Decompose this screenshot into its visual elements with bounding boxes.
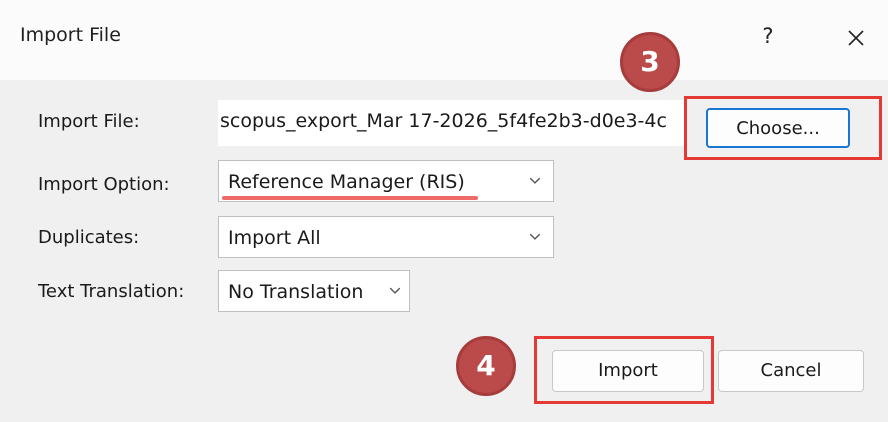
help-button[interactable]: ? xyxy=(748,18,788,58)
choose-highlight-box xyxy=(684,96,882,160)
import-option-label: Import Option: xyxy=(38,174,170,195)
duplicates-label: Duplicates: xyxy=(38,227,140,248)
chevron-down-icon xyxy=(525,161,545,201)
import-file-label: Import File: xyxy=(38,111,140,132)
dialog-title: Import File xyxy=(20,24,121,46)
chevron-down-icon xyxy=(385,271,405,311)
option-underline-annotation xyxy=(222,196,478,200)
import-highlight-box xyxy=(534,336,714,404)
page: Import File ? Import File: scopus_export… xyxy=(0,0,888,422)
cancel-button[interactable]: Cancel xyxy=(718,350,864,392)
step-3-badge: 3 xyxy=(620,32,680,92)
import-file-path-field[interactable]: scopus_export_Mar 17-2026_5f4fe2b3-d0e3-… xyxy=(218,100,684,146)
import-file-dialog: Import File ? Import File: scopus_export… xyxy=(0,0,888,422)
title-bar: Import File ? xyxy=(0,0,888,80)
duplicates-select[interactable]: Import All xyxy=(218,216,554,258)
text-translation-select[interactable]: No Translation xyxy=(218,270,410,312)
duplicates-value: Import All xyxy=(228,227,321,249)
step-4-badge: 4 xyxy=(456,336,516,396)
close-button[interactable] xyxy=(836,18,876,58)
text-translation-label: Text Translation: xyxy=(38,281,185,302)
chevron-down-icon xyxy=(525,217,545,257)
close-icon xyxy=(848,30,864,46)
text-translation-value: No Translation xyxy=(228,281,364,303)
